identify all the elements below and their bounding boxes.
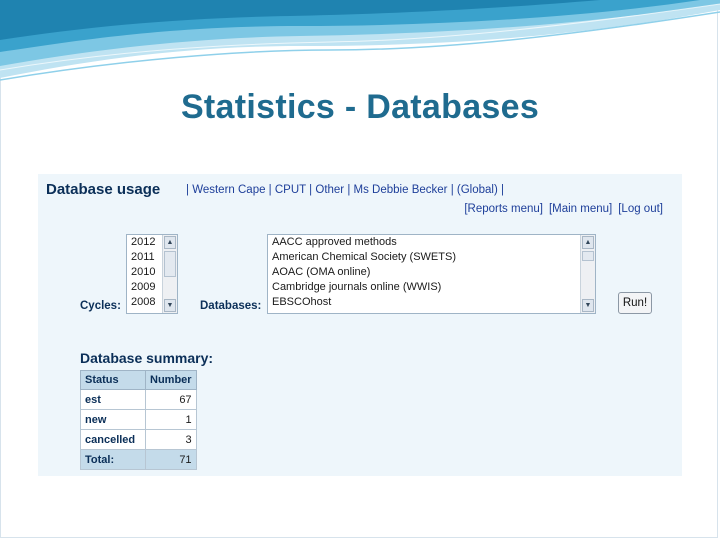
total-row: Total: 71: [80, 449, 197, 470]
databases-listbox[interactable]: AACC approved methods American Chemical …: [267, 234, 596, 314]
database-usage-panel: Database usage | Western Cape | CPUT | O…: [38, 174, 682, 476]
context-category[interactable]: Other: [315, 184, 344, 196]
table-header-row: Status Number: [80, 370, 197, 390]
log-out-link[interactable]: [Log out]: [618, 203, 663, 215]
status-cell: new: [80, 409, 146, 430]
cycles-scrollbar[interactable]: ▲ ▼: [162, 235, 177, 313]
total-value: 71: [145, 449, 197, 470]
main-menu-link[interactable]: [Main menu]: [549, 203, 612, 215]
database-option[interactable]: American Chemical Society (SWETS): [268, 250, 595, 265]
context-institution[interactable]: CPUT: [275, 184, 306, 196]
status-cell: cancelled: [80, 429, 146, 450]
summary-table: Status Number est 67 new 1 cancelled 3 T…: [80, 370, 197, 470]
databases-scrollbar[interactable]: ▲ ▼: [580, 235, 595, 313]
context-region[interactable]: Western Cape: [192, 184, 265, 196]
status-cell: est: [80, 389, 146, 410]
scroll-up-icon[interactable]: ▲: [164, 236, 176, 249]
slide-title: Statistics - Databases: [180, 88, 540, 126]
number-cell: 3: [145, 429, 197, 450]
scroll-down-icon[interactable]: ▼: [164, 299, 176, 312]
cycles-label: Cycles:: [80, 300, 121, 312]
number-cell: 1: [145, 409, 197, 430]
scroll-up-icon[interactable]: ▲: [582, 236, 594, 249]
table-row: cancelled 3: [80, 429, 197, 450]
context-breadcrumb: | Western Cape | CPUT | Other | Ms Debbi…: [186, 184, 504, 196]
databases-label: Databases:: [200, 300, 262, 312]
column-header-status: Status: [80, 370, 146, 390]
total-label: Total:: [80, 449, 146, 470]
header-swoosh-decoration: [0, 0, 720, 81]
scroll-thumb[interactable]: [164, 251, 176, 277]
reports-menu-link[interactable]: [Reports menu]: [464, 203, 543, 215]
table-row: est 67: [80, 389, 197, 410]
run-button[interactable]: Run!: [618, 292, 652, 314]
database-option[interactable]: AOAC (OMA online): [268, 265, 595, 280]
scroll-thumb[interactable]: [582, 251, 594, 261]
database-option[interactable]: EBSCOhost: [268, 295, 595, 310]
number-cell: 67: [145, 389, 197, 410]
panel-heading: Database usage: [46, 181, 161, 198]
database-option[interactable]: AACC approved methods: [268, 235, 595, 250]
summary-heading: Database summary:: [80, 350, 214, 366]
cycles-listbox[interactable]: 2012 2011 2010 2009 2008 ▲ ▼: [126, 234, 178, 314]
scroll-down-icon[interactable]: ▼: [582, 299, 594, 312]
context-scope[interactable]: (Global): [457, 184, 498, 196]
table-row: new 1: [80, 409, 197, 430]
nav-links: [Reports menu] [Main menu] [Log out]: [458, 203, 663, 215]
column-header-number: Number: [145, 370, 197, 390]
database-option[interactable]: Cambridge journals online (WWIS): [268, 280, 595, 295]
context-user[interactable]: Ms Debbie Becker: [354, 184, 448, 196]
